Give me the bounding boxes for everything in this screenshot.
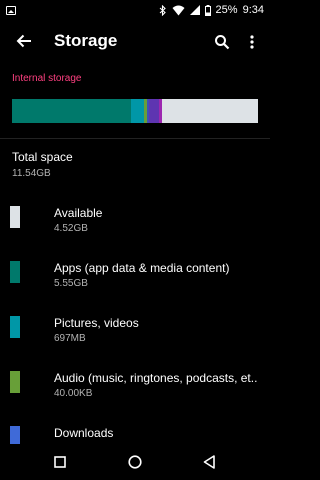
storage-bar-segment-available: [161, 99, 258, 123]
circle-home-icon: [128, 455, 142, 469]
list-item-size: 5.55GB: [54, 278, 88, 289]
battery-percent: 25%: [215, 4, 238, 16]
list-item-available[interactable]: Available 4.52GB: [0, 190, 270, 246]
wifi-icon: [172, 5, 185, 15]
storage-bar-segment-cached: [148, 99, 159, 123]
color-swatch: [10, 206, 20, 228]
battery-icon: [204, 4, 211, 16]
storage-bar-segment-apps: [12, 99, 131, 123]
list-item-audio[interactable]: Audio (music, ringtones, podcasts, et.. …: [0, 355, 270, 411]
home-button[interactable]: [126, 453, 144, 471]
storage-bar-segment-pictures-videos: [130, 99, 145, 123]
list-item-title: Pictures, videos: [54, 316, 139, 330]
list-item-pictures-videos[interactable]: Pictures, videos 697MB: [0, 300, 270, 356]
more-options-button[interactable]: [242, 30, 262, 54]
list-item-apps[interactable]: Apps (app data & media content) 5.55GB: [0, 245, 270, 301]
back-nav-button[interactable]: [200, 453, 218, 471]
triangle-back-icon: [203, 455, 215, 469]
more-vert-icon: [250, 35, 254, 49]
section-label: Internal storage: [12, 73, 82, 84]
search-button[interactable]: [210, 30, 234, 54]
list-item-title: Downloads: [54, 426, 114, 440]
list-item-title: Apps (app data & media content): [54, 261, 230, 275]
color-swatch: [10, 371, 20, 393]
list-item-size: 4.52GB: [54, 223, 88, 234]
divider: [0, 138, 270, 139]
page-title: Storage: [54, 31, 118, 50]
recents-button[interactable]: [51, 453, 69, 471]
color-swatch: [10, 316, 20, 338]
list-item-title: Audio (music, ringtones, podcasts, et..: [54, 371, 258, 385]
total-space-value: 11.54GB: [12, 168, 51, 179]
navigation-bar: [0, 444, 270, 480]
list-item-title: Available: [54, 206, 103, 220]
arrow-back-icon: [16, 34, 31, 48]
list-item-size: 697MB: [54, 333, 86, 344]
search-icon: [215, 35, 230, 50]
image-notification-icon: [6, 5, 16, 15]
back-button[interactable]: [12, 29, 36, 53]
storage-usage-bar: [12, 99, 258, 123]
status-bar: 25% 9:34: [0, 0, 270, 20]
total-space-title: Total space: [12, 150, 73, 164]
clock: 9:34: [242, 4, 264, 16]
cellular-signal-icon: [189, 5, 200, 15]
list-item-size: 40.00KB: [54, 388, 93, 399]
app-bar: Storage: [0, 20, 270, 64]
bluetooth-icon: [159, 4, 166, 16]
square-recents-icon: [54, 456, 66, 468]
color-swatch: [10, 261, 20, 283]
